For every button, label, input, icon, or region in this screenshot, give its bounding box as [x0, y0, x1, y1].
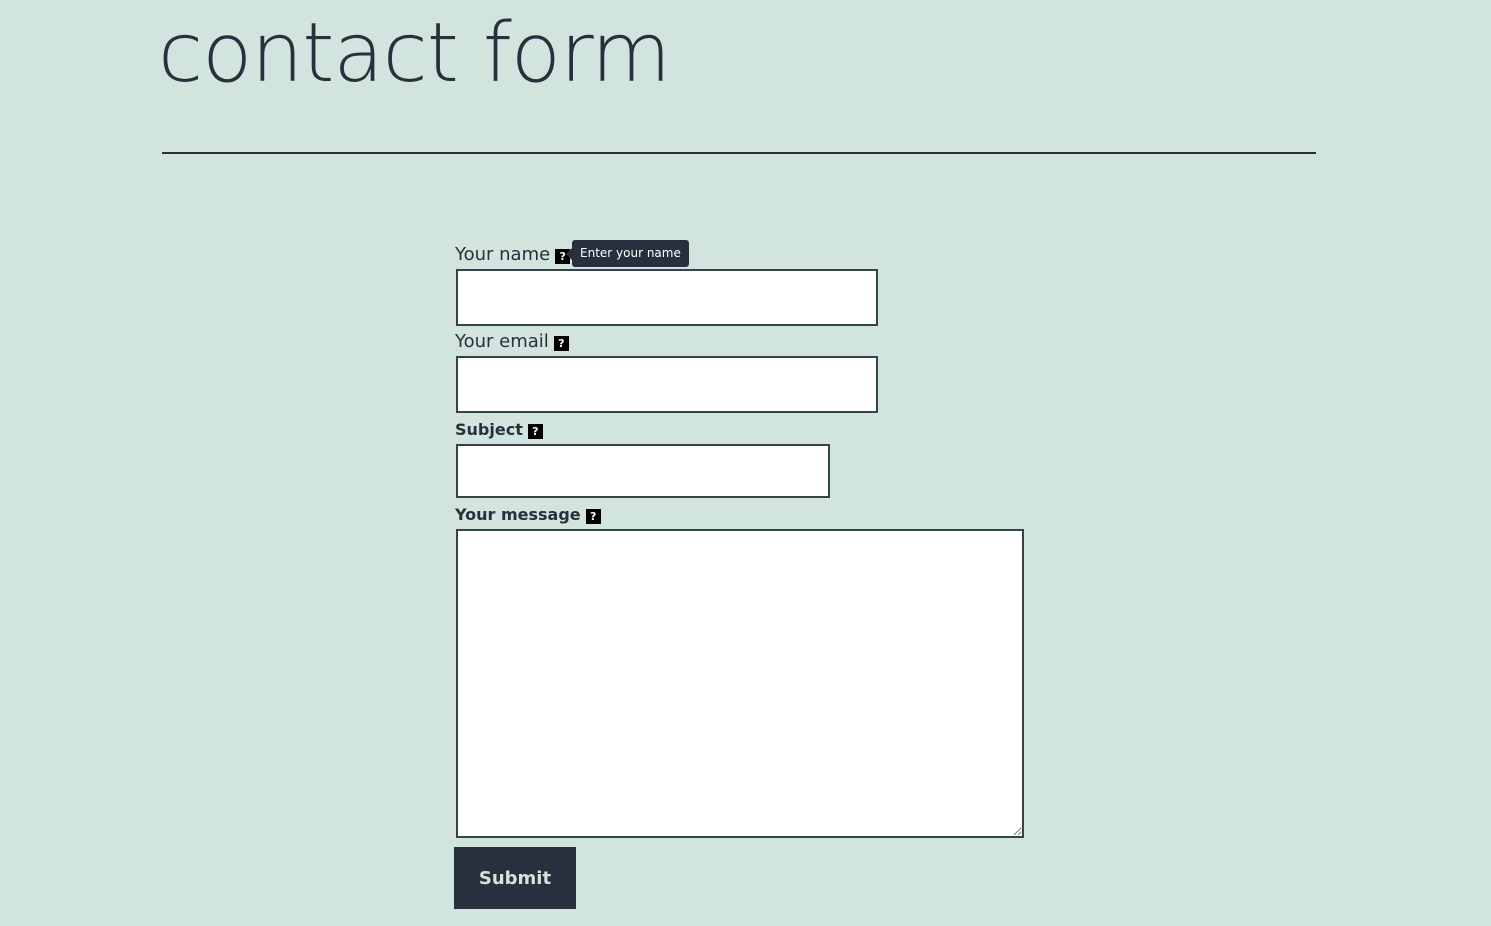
- message-label: Your message ?: [455, 504, 601, 526]
- title-divider: [162, 152, 1316, 154]
- email-label: Your email ?: [455, 331, 569, 353]
- name-label-text: Your name: [455, 244, 551, 265]
- submit-button[interactable]: Submit: [454, 847, 576, 909]
- subject-input[interactable]: [456, 444, 830, 498]
- page-title: contact form: [158, 6, 671, 101]
- page: contact form Your name ? Enter your name…: [0, 0, 1491, 926]
- name-input[interactable]: [456, 269, 878, 326]
- message-textarea[interactable]: [456, 529, 1024, 838]
- message-label-text: Your message: [455, 505, 581, 524]
- name-label: Your name ?: [455, 244, 571, 266]
- email-input[interactable]: [456, 356, 878, 413]
- message-help-icon[interactable]: ?: [585, 509, 601, 524]
- email-help-icon[interactable]: ?: [553, 336, 569, 351]
- subject-help-icon[interactable]: ?: [527, 424, 543, 439]
- email-label-text: Your email: [455, 331, 549, 352]
- subject-label-text: Subject: [455, 420, 523, 439]
- subject-label: Subject ?: [455, 419, 543, 441]
- name-tooltip: Enter your name: [566, 240, 689, 267]
